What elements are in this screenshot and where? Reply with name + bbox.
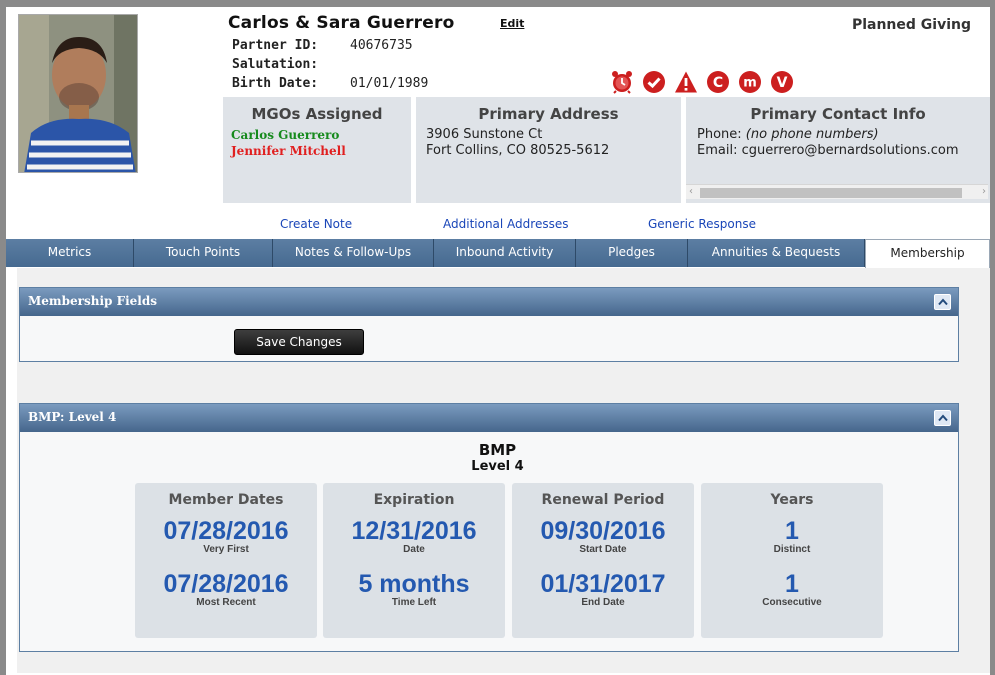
- mgo-item[interactable]: Jennifer Mitchell: [231, 143, 411, 159]
- card-title: Years: [770, 492, 814, 508]
- contact-panel: Primary Contact Info Phone: (no phone nu…: [686, 97, 990, 203]
- address-panel: Primary Address 3906 Sunstone Ct Fort Co…: [416, 97, 681, 203]
- avatar: [18, 14, 138, 173]
- membership-fields-title: Membership Fields: [28, 294, 157, 308]
- address-line1: 3906 Sunstone Ct: [426, 127, 543, 142]
- c-circle-icon[interactable]: C: [706, 70, 730, 94]
- scroll-right-icon[interactable]: ›: [982, 186, 986, 197]
- contact-title: Primary Contact Info: [750, 105, 926, 123]
- card-title: Member Dates: [168, 492, 284, 508]
- card-caption: Distinct: [773, 544, 811, 555]
- salutation-row: Salutation:: [232, 57, 350, 72]
- m-circle-letter: m: [743, 76, 757, 91]
- create-note-link[interactable]: Create Note: [280, 217, 352, 231]
- partner-name: Carlos & Sara Guerrero: [228, 13, 455, 33]
- birth-date-value: 01/01/1989: [350, 76, 429, 91]
- warning-triangle-icon[interactable]: [674, 70, 698, 94]
- scrollbar-thumb[interactable]: [700, 188, 962, 198]
- c-circle-letter: C: [713, 75, 723, 91]
- tab-annuities-bequests[interactable]: Annuities & Bequests: [688, 239, 865, 267]
- additional-addresses-link[interactable]: Additional Addresses: [443, 217, 568, 231]
- years-card: Years 1 Distinct 1 Consecutive: [701, 483, 883, 638]
- card-caption: Very First: [203, 544, 249, 555]
- birth-date-label: Birth Date:: [232, 76, 319, 91]
- tab-bar: Metrics Touch Points Notes & Follow-Ups …: [6, 239, 990, 268]
- card-value: 07/28/2016: [163, 517, 289, 545]
- check-circle-icon[interactable]: [642, 70, 666, 94]
- member-dates-card: Member Dates 07/28/2016 Very First 07/28…: [135, 483, 317, 638]
- scroll-left-icon[interactable]: ‹: [689, 186, 693, 197]
- bmp-level: Level 4: [471, 459, 524, 474]
- v-circle-letter: V: [777, 75, 788, 91]
- renewal-period-card: Renewal Period 09/30/2016 Start Date 01/…: [512, 483, 694, 638]
- tab-notes-follow-ups[interactable]: Notes & Follow-Ups: [273, 239, 434, 267]
- alarm-clock-icon[interactable]: [610, 70, 634, 94]
- collapse-button[interactable]: [934, 294, 951, 310]
- tab-touch-points[interactable]: Touch Points: [134, 239, 273, 267]
- category-label: Planned Giving: [851, 17, 971, 33]
- address-title: Primary Address: [478, 105, 619, 123]
- bmp-header-title: BMP: Level 4: [28, 410, 117, 424]
- v-circle-icon[interactable]: V: [770, 70, 794, 94]
- card-value: 1: [785, 570, 799, 598]
- card-value: 12/31/2016: [351, 517, 477, 545]
- card-caption: Consecutive: [762, 597, 822, 608]
- expiration-card: Expiration 12/31/2016 Date 5 months Time…: [323, 483, 505, 638]
- card-title: Renewal Period: [541, 492, 665, 508]
- card-caption: Date: [403, 544, 425, 555]
- card-value: 1: [785, 517, 799, 545]
- save-changes-button[interactable]: Save Changes: [234, 329, 364, 355]
- bmp-title: BMP: [478, 441, 517, 459]
- tab-pledges[interactable]: Pledges: [576, 239, 688, 267]
- card-caption: Start Date: [579, 544, 627, 555]
- partner-id-label: Partner ID:: [232, 38, 319, 53]
- phone-value: (no phone numbers): [745, 127, 879, 142]
- tab-metrics[interactable]: Metrics: [6, 239, 134, 267]
- mgos-panel: MGOs Assigned Carlos Guerrero Jennifer M…: [223, 97, 411, 203]
- address-line2: Fort Collins, CO 80525-5612: [426, 143, 610, 158]
- membership-fields-box: Membership Fields: [19, 287, 959, 362]
- tab-membership[interactable]: Membership: [865, 239, 990, 268]
- partner-id-value: 40676735: [350, 38, 413, 53]
- m-circle-icon[interactable]: m: [738, 70, 762, 94]
- card-caption: Most Recent: [196, 597, 256, 608]
- card-title: Expiration: [373, 492, 455, 508]
- salutation-label: Salutation:: [232, 57, 319, 72]
- mgo-item[interactable]: Carlos Guerrero: [231, 127, 411, 143]
- card-value: 09/30/2016: [540, 517, 666, 545]
- chevron-up-icon: [938, 298, 948, 306]
- contact-horizontal-scrollbar[interactable]: ‹ ›: [686, 184, 988, 199]
- email-label: Email:: [697, 143, 738, 158]
- chevron-up-icon: [938, 414, 948, 422]
- birth-date-row: Birth Date: 01/01/1989: [232, 76, 428, 91]
- edit-link[interactable]: Edit: [500, 17, 524, 30]
- membership-fields-header: Membership Fields: [20, 288, 958, 316]
- card-caption: Time Left: [391, 597, 437, 608]
- partner-id-row: Partner ID: 40676735: [232, 38, 413, 53]
- collapse-button[interactable]: [934, 410, 951, 426]
- tab-inbound-activity[interactable]: Inbound Activity: [434, 239, 576, 267]
- phone-label: Phone:: [697, 127, 742, 142]
- card-value: 07/28/2016: [163, 570, 289, 598]
- card-value: 5 months: [358, 570, 470, 598]
- card-value: 01/31/2017: [540, 570, 666, 598]
- card-caption: End Date: [581, 597, 625, 608]
- bmp-header: BMP: Level 4: [20, 404, 958, 432]
- mgos-title: MGOs Assigned: [251, 105, 383, 123]
- generic-response-link[interactable]: Generic Response: [648, 217, 756, 231]
- email-value[interactable]: cguerrero@bernardsolutions.com: [742, 143, 959, 158]
